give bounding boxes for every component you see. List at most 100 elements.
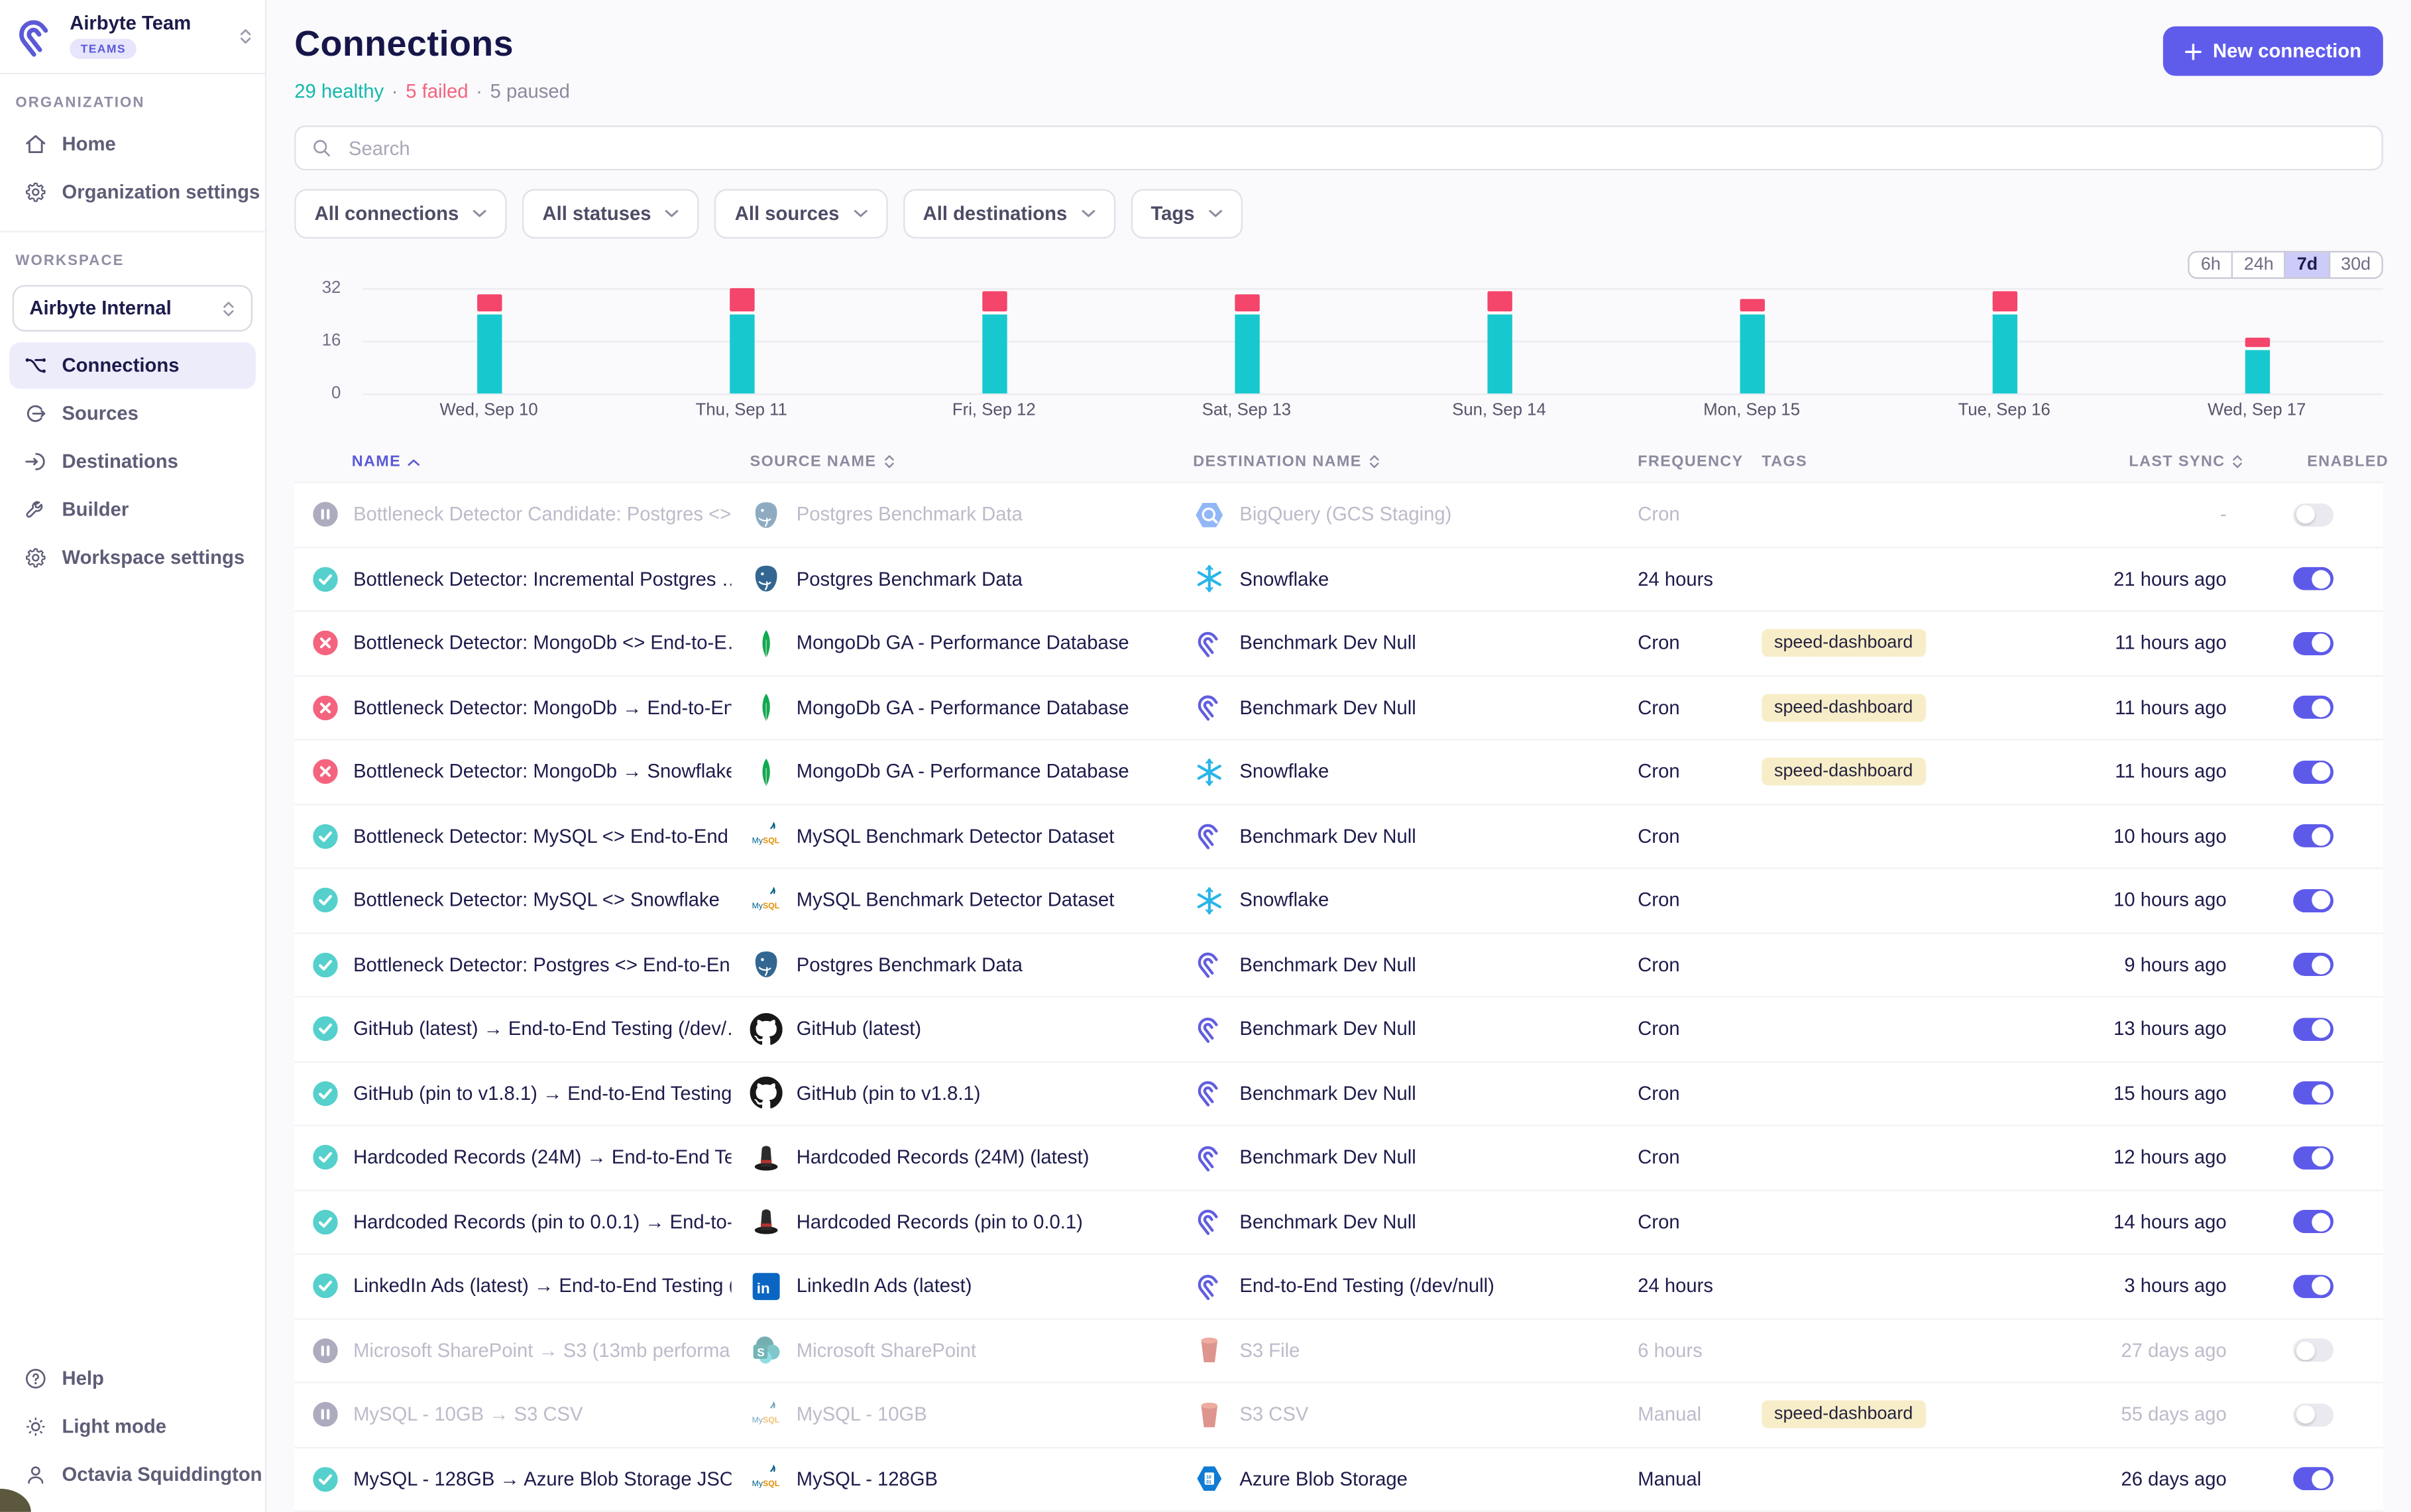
enabled-toggle[interactable] (2293, 1468, 2333, 1491)
time-range-7d[interactable]: 7d (2284, 252, 2328, 277)
connection-row[interactable]: Bottleneck Detector: MongoDb → Snowflake… (294, 741, 2383, 805)
time-range-30d[interactable]: 30d (2329, 252, 2382, 277)
sidebar-item-home[interactable]: Home (9, 121, 256, 167)
workspace-selector[interactable]: Airbyte Internal (13, 285, 252, 331)
connection-row[interactable]: Microsoft SharePoint → S3 (13mb performa… (294, 1319, 2383, 1383)
connection-name: Bottleneck Detector: MongoDb <> End-to-E… (353, 632, 731, 654)
connection-name: LinkedIn Ads (latest) → End-to-End Testi… (353, 1275, 731, 1297)
enabled-toggle[interactable] (2293, 1017, 2333, 1040)
sidebar-footer-light-mode[interactable]: Light mode (9, 1403, 256, 1450)
time-range-selector: 6h24h7d30d (2188, 251, 2383, 279)
enabled-cell (2288, 953, 2383, 976)
enabled-toggle[interactable] (2293, 1275, 2333, 1298)
enabled-toggle[interactable] (2293, 696, 2333, 719)
linkedin-icon: in (750, 1270, 783, 1303)
sharepoint-icon: S (750, 1334, 783, 1367)
connection-row[interactable]: Bottleneck Detector: Postgres <> End-to-… (294, 934, 2383, 998)
bar-sun-sep-14 (1373, 288, 1625, 394)
connection-row[interactable]: Bottleneck Detector: Incremental Postgre… (294, 547, 2383, 612)
y-tick-label: 16 (322, 331, 341, 350)
filter-tags[interactable]: Tags (1131, 189, 1243, 239)
destination-cell: BigQuery (GCS Staging) (1174, 498, 1619, 531)
enabled-toggle[interactable] (2293, 1339, 2333, 1362)
y-tick-label: 32 (322, 279, 341, 297)
connection-row[interactable]: Bottleneck Detector Candidate: Postgres … (294, 482, 2383, 547)
bar-sat-sep-13 (1120, 288, 1373, 394)
connection-row[interactable]: Bottleneck Detector: MySQL <> End-to-End… (294, 805, 2383, 869)
source-cell: Postgres Benchmark Data (732, 498, 1175, 531)
section-label-organization: ORGANIZATION (0, 74, 265, 119)
column-header-name[interactable]: NAME (294, 453, 731, 470)
time-range-row: 6h24h7d30d (294, 251, 2383, 279)
enabled-toggle[interactable] (2293, 503, 2333, 526)
filter-all-destinations[interactable]: All destinations (903, 189, 1115, 239)
airbyte-icon (1193, 1206, 1225, 1238)
sidebar-footer-octavia-squiddington[interactable]: Octavia Squiddington (9, 1452, 256, 1498)
bar-mon-sep-15 (1626, 288, 1878, 394)
connection-row[interactable]: Hardcoded Records (24M) → End-to-End Te…… (294, 1126, 2383, 1191)
source-name: MySQL Benchmark Detector Dataset (797, 890, 1115, 912)
enabled-toggle[interactable] (2293, 760, 2333, 783)
filter-all-connections[interactable]: All connections (294, 189, 506, 239)
airbyte-icon (1193, 948, 1225, 981)
enabled-toggle[interactable] (2293, 824, 2333, 847)
sidebar-item-workspace-settings[interactable]: Workspace settings (9, 535, 256, 581)
connection-row[interactable]: MySQL - 10GB → S3 CSVMySQLMySQL - 10GBS3… (294, 1383, 2383, 1448)
column-header-destination-name[interactable]: DESTINATION NAME (1174, 453, 1619, 470)
postgres-icon (750, 563, 783, 595)
column-header-source-name[interactable]: SOURCE NAME (732, 453, 1175, 470)
connection-row[interactable]: Bottleneck Detector: MySQL <> SnowflakeM… (294, 869, 2383, 934)
enabled-toggle[interactable] (2293, 1403, 2333, 1427)
connection-name-cell: Bottleneck Detector: MongoDb <> End-to-E… (294, 631, 731, 655)
enabled-cell (2288, 760, 2383, 783)
frequency-cell: 24 hours (1619, 568, 1743, 590)
connection-row[interactable]: GitHub (pin to v1.8.1) → End-to-End Test… (294, 1062, 2383, 1126)
enabled-toggle[interactable] (2293, 1146, 2333, 1169)
column-header-last-sync[interactable]: LAST SYNC (2110, 453, 2288, 470)
sidebar-item-organization-settings[interactable]: Organization settings (9, 169, 256, 215)
connection-name: GitHub (latest) → End-to-End Testing (/d… (353, 1018, 731, 1040)
sidebar-item-connections[interactable]: Connections (9, 343, 256, 389)
filter-bar: All connections All statuses All sources Al… (294, 189, 2383, 239)
connection-row[interactable]: Hardcoded Records (pin to 0.0.1) → End-t… (294, 1191, 2383, 1255)
sort-updown-icon (2231, 454, 2244, 469)
frequency-cell: Manual (1619, 1404, 1743, 1426)
destination-name: Benchmark Dev Null (1239, 1083, 1416, 1105)
new-connection-button[interactable]: New connection (2163, 27, 2383, 76)
snowflake-icon (1193, 884, 1225, 916)
connection-name-cell: MySQL - 128GB → Azure Blob Storage JSOn … (294, 1467, 731, 1491)
search-bar[interactable] (294, 125, 2383, 170)
source-name: GitHub (latest) (797, 1018, 921, 1040)
connection-name-cell: MySQL - 10GB → S3 CSV (294, 1402, 731, 1427)
org-switcher[interactable]: Airbyte Team TEAMS (0, 0, 265, 74)
sidebar-item-sources[interactable]: Sources (9, 390, 256, 437)
source-cell: Hardcoded Records (24M) (latest) (732, 1142, 1175, 1174)
sidebar-item-destinations[interactable]: Destinations (9, 439, 256, 485)
enabled-toggle[interactable] (2293, 953, 2333, 976)
connection-row[interactable]: LinkedIn Ads (latest) → End-to-End Testi… (294, 1255, 2383, 1319)
time-range-24h[interactable]: 24h (2231, 252, 2284, 277)
connection-row[interactable]: MySQL - 128GB → Azure Blob Storage JSOn … (294, 1448, 2383, 1512)
enabled-cell (2288, 1403, 2383, 1427)
enabled-toggle[interactable] (2293, 889, 2333, 912)
sidebar-item-builder[interactable]: Builder (9, 486, 256, 533)
search-input[interactable] (345, 136, 2366, 160)
enabled-toggle[interactable] (2293, 1082, 2333, 1105)
connection-row[interactable]: Bottleneck Detector: MongoDb → End-to-En… (294, 676, 2383, 741)
enabled-toggle[interactable] (2293, 567, 2333, 590)
connection-row[interactable]: Bottleneck Detector: MongoDb <> End-to-E… (294, 612, 2383, 676)
destinations-icon (23, 449, 48, 474)
time-range-6h[interactable]: 6h (2190, 252, 2232, 277)
x-tick-label: Tue, Sep 16 (1878, 402, 2131, 420)
filter-all-statuses[interactable]: All statuses (522, 189, 699, 239)
status-failed-icon (313, 631, 337, 655)
filter-all-sources[interactable]: All sources (714, 189, 887, 239)
sidebar-footer-help[interactable]: Help (9, 1356, 256, 1402)
enabled-toggle[interactable] (2293, 1211, 2333, 1234)
enabled-toggle[interactable] (2293, 631, 2333, 655)
connection-name: Bottleneck Detector: MongoDb → End-to-En… (353, 697, 731, 719)
last-sync-cell: 11 hours ago (2110, 761, 2288, 783)
source-cell: MongoDb GA - Performance Database (732, 691, 1175, 724)
failed-segment (2245, 338, 2269, 348)
connection-row[interactable]: GitHub (latest) → End-to-End Testing (/d… (294, 998, 2383, 1062)
